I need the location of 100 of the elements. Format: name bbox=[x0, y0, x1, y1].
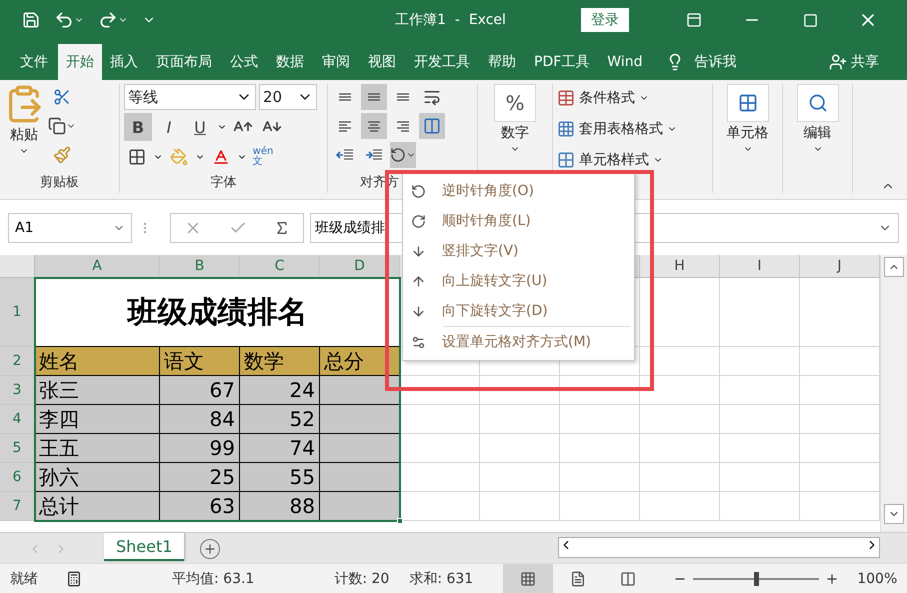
view-button[interactable] bbox=[503, 564, 554, 593]
arrow-down-icon bbox=[411, 244, 426, 258]
count-text: 计数: 20 bbox=[334, 570, 390, 588]
ribbon-tab[interactable]: 视图 bbox=[360, 44, 404, 80]
settings-icon bbox=[411, 334, 426, 350]
cells-icon[interactable] bbox=[738, 93, 758, 113]
arrow-down-icon bbox=[411, 304, 426, 318]
phonetic-button[interactable]: wén 文 bbox=[250, 144, 276, 170]
orientation-button[interactable] bbox=[390, 142, 416, 168]
vertical-scrollbar[interactable] bbox=[880, 255, 907, 532]
ribbon-tab[interactable]: 页面布局 bbox=[148, 44, 220, 80]
style-menu-button[interactable]: 单元格样式 bbox=[579, 151, 649, 169]
ribbon-tab[interactable]: 插入 bbox=[102, 44, 146, 80]
align-button[interactable] bbox=[361, 113, 387, 139]
page-break-icon bbox=[620, 570, 636, 586]
borders-icon[interactable] bbox=[128, 148, 146, 166]
table-cell: 王五 bbox=[35, 434, 160, 463]
font-name-field[interactable]: 等线 bbox=[124, 84, 256, 110]
table-header-cell: 数学 bbox=[240, 347, 320, 376]
menu-item[interactable]: 逆时针角度(O) bbox=[442, 182, 534, 200]
scissors-icon[interactable] bbox=[53, 88, 71, 106]
column-header[interactable]: J bbox=[800, 255, 880, 278]
group-label: 字体 bbox=[210, 174, 238, 192]
ribbon-tab[interactable]: 数据 bbox=[268, 44, 312, 80]
grid-icon bbox=[520, 570, 536, 586]
window-title: 工作簿1 - Excel bbox=[394, 11, 507, 29]
style-menu-button[interactable]: 条件格式 bbox=[579, 89, 635, 107]
ribbon-tab[interactable]: Wind bbox=[599, 44, 650, 80]
save-icon[interactable] bbox=[22, 11, 40, 29]
table-header-cell: 总分 bbox=[320, 347, 400, 376]
ribbon-tab[interactable]: 帮助 bbox=[480, 44, 524, 80]
align-middle-icon bbox=[367, 93, 381, 101]
bold-button[interactable]: B bbox=[124, 113, 152, 141]
row-header[interactable]: 3 bbox=[0, 376, 35, 405]
ribbon-tab[interactable]: 文件 bbox=[12, 44, 56, 80]
zoom-in-icon[interactable] bbox=[825, 572, 840, 586]
merge-icon[interactable] bbox=[423, 117, 441, 135]
row-header[interactable]: 1 bbox=[0, 278, 35, 347]
table-cell: 88 bbox=[240, 492, 320, 521]
search-icon[interactable] bbox=[808, 93, 828, 113]
undo-icon[interactable] bbox=[54, 10, 74, 30]
wrap-text-icon[interactable] bbox=[423, 88, 441, 106]
ribbon-tab[interactable]: 审阅 bbox=[314, 44, 358, 80]
align-button[interactable] bbox=[361, 84, 387, 110]
sum-text: 求和: 631 bbox=[409, 570, 474, 588]
editing-button[interactable]: 编辑 bbox=[804, 124, 832, 142]
fill-color-icon[interactable] bbox=[170, 148, 188, 166]
row-header[interactable]: 7 bbox=[0, 492, 35, 521]
maximize-icon[interactable] bbox=[802, 12, 818, 28]
login-button[interactable]: 登录 bbox=[581, 8, 629, 32]
table-header-cell: 语文 bbox=[160, 347, 240, 376]
style-menu-button[interactable]: 套用表格格式 bbox=[579, 120, 663, 138]
column-header[interactable]: D bbox=[320, 255, 400, 278]
menu-item[interactable]: 设置单元格对齐方式(M) bbox=[442, 333, 592, 351]
font-size-field[interactable]: 20 bbox=[259, 84, 317, 110]
table-cell: 67 bbox=[160, 376, 240, 405]
column-header[interactable]: A bbox=[35, 255, 160, 278]
row-header[interactable]: 2 bbox=[0, 347, 35, 376]
table-cell: 总计 bbox=[35, 492, 160, 521]
person-icon[interactable] bbox=[829, 53, 847, 71]
name-box[interactable]: A1 bbox=[8, 212, 132, 242]
menu-item[interactable]: 向上旋转文字(U) bbox=[442, 272, 548, 290]
ribbon-tab[interactable]: 公式 bbox=[222, 44, 266, 80]
column-header[interactable]: C bbox=[240, 255, 320, 278]
ribbon-display-icon[interactable] bbox=[686, 12, 702, 28]
align-center-icon bbox=[367, 120, 381, 132]
table-cell: 25 bbox=[160, 463, 240, 492]
status-text: 就绪 bbox=[10, 570, 38, 588]
copy-icon[interactable] bbox=[48, 117, 66, 135]
average-text: 平均值: 63.1 bbox=[172, 570, 254, 588]
number-format-button[interactable]: % bbox=[494, 84, 536, 122]
ribbon-tab[interactable]: PDF工具 bbox=[526, 44, 598, 80]
sheet-tab[interactable]: Sheet1 bbox=[104, 533, 184, 561]
menu-item[interactable]: 竖排文字(V) bbox=[442, 242, 519, 260]
paste-button[interactable]: 粘贴 bbox=[10, 126, 38, 144]
menu-item[interactable]: 顺时针角度(L) bbox=[442, 212, 531, 230]
align-top-icon bbox=[338, 93, 352, 101]
rotate-icon[interactable] bbox=[390, 147, 406, 163]
redo-icon[interactable] bbox=[98, 10, 118, 30]
table-cell: 李四 bbox=[35, 405, 160, 434]
row-header[interactable]: 5 bbox=[0, 434, 35, 463]
tell-me-link[interactable]: 告诉我 bbox=[694, 53, 736, 71]
underline-button[interactable]: U bbox=[186, 113, 214, 141]
column-header[interactable]: B bbox=[160, 255, 240, 278]
row-header[interactable]: 4 bbox=[0, 405, 35, 434]
macro-icon[interactable] bbox=[66, 570, 82, 586]
menu-item[interactable]: 向下旋转文字(D) bbox=[442, 302, 548, 320]
share-button[interactable]: 共享 bbox=[851, 53, 879, 71]
zoom-text[interactable]: 100% bbox=[857, 570, 898, 586]
table-cell: 99 bbox=[160, 434, 240, 463]
cells-button[interactable]: 单元格 bbox=[726, 124, 768, 142]
italic-button[interactable]: I bbox=[155, 113, 183, 141]
ribbon-tab[interactable]: 开始 bbox=[58, 44, 102, 80]
horizontal-scrollbar[interactable] bbox=[558, 537, 880, 558]
row-header[interactable]: 6 bbox=[0, 463, 35, 492]
ribbon-tab[interactable]: 开发工具 bbox=[406, 44, 478, 80]
column-header[interactable]: I bbox=[720, 255, 800, 278]
column-header[interactable]: H bbox=[640, 255, 720, 278]
table-header-cell: 姓名 bbox=[35, 347, 160, 376]
font-color-icon[interactable] bbox=[212, 148, 230, 166]
